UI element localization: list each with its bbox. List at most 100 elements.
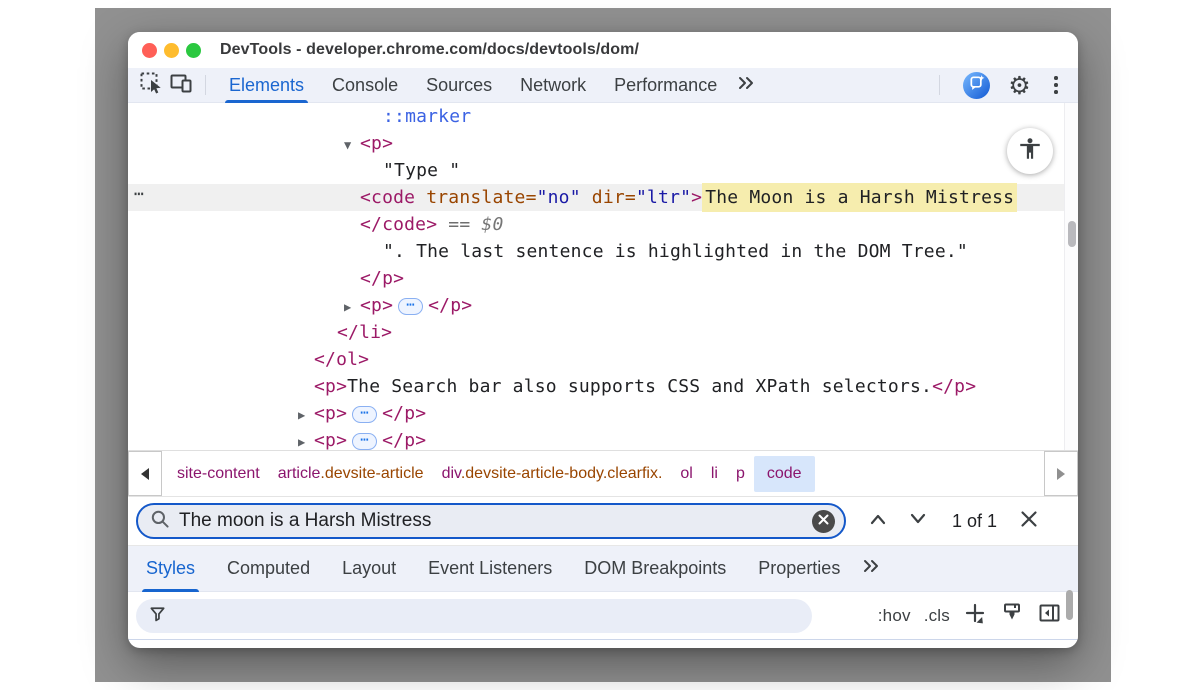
dom-row-ol-close[interactable]: </ol> [128, 346, 1078, 373]
toggle-device-toolbar-button[interactable] [166, 70, 196, 100]
more-tabs-chevrons-icon [860, 557, 882, 580]
more-tabs-button[interactable] [731, 70, 761, 100]
search-field[interactable] [136, 503, 846, 539]
scrollbar-thumb[interactable] [1068, 221, 1076, 247]
tab-elements[interactable]: Elements [215, 68, 318, 103]
tab-performance[interactable]: Performance [600, 68, 731, 103]
ai-assistance-button[interactable] [963, 72, 990, 99]
breadcrumb-item-div[interactable]: div.devsite-article-body.clearfix. [433, 456, 672, 492]
toggle-sidebar-button[interactable] [1037, 601, 1062, 630]
accessibility-button[interactable] [1007, 128, 1053, 174]
kebab-menu-button[interactable] [1048, 72, 1064, 98]
chevron-down-icon [908, 512, 928, 531]
tab-properties[interactable]: Properties [742, 546, 856, 592]
breadcrumb-item-article[interactable]: article.devsite-article [269, 456, 433, 492]
dom-row-p-collapsed[interactable]: <p></p> [128, 427, 1078, 450]
breadcrumb-scroll-left-button[interactable] [128, 451, 162, 496]
dom-row-p-open[interactable]: <p> [128, 130, 1078, 157]
dom-row-code-close[interactable]: </code> == $0 [128, 211, 1078, 238]
element-classes-button[interactable]: .cls [924, 606, 950, 626]
scroll-right-arrow-icon [1057, 468, 1071, 480]
tab-console[interactable]: Console [318, 68, 412, 103]
dom-row-marker[interactable]: ::marker [128, 103, 1078, 130]
dom-search-bar: 1 of 1 [128, 496, 1078, 546]
sidebar-tab-bar: Styles Computed Layout Event Listeners D… [128, 546, 1078, 592]
chevron-up-icon [868, 512, 888, 531]
ai-assistance-icon [967, 73, 986, 97]
dom-row-text-type[interactable]: "Type " [128, 157, 1078, 184]
collapse-arrow-icon[interactable] [344, 294, 360, 321]
dom-tree-scrollbar[interactable] [1064, 103, 1078, 450]
expand-arrow-icon[interactable] [344, 132, 360, 159]
tab-network[interactable]: Network [506, 68, 600, 103]
dom-row-code-selected[interactable]: <code translate="no" dir="ltr">The Moon … [128, 184, 1078, 211]
search-icon [150, 509, 170, 534]
brush-icon [1000, 601, 1024, 630]
dom-row-p-collapsed[interactable]: <p></p> [128, 292, 1078, 319]
toolbar-right-group: ⚙ [930, 70, 1078, 100]
collapse-arrow-icon[interactable] [298, 429, 314, 450]
previous-match-button[interactable] [858, 503, 898, 539]
dom-row-li-close[interactable]: </li> [128, 319, 1078, 346]
next-match-button[interactable] [898, 503, 938, 539]
breadcrumb-item-ol[interactable]: ol [671, 456, 701, 492]
close-x-icon [1020, 510, 1038, 533]
tab-computed[interactable]: Computed [211, 546, 326, 592]
breadcrumb: site-content article.devsite-article div… [128, 450, 1078, 496]
device-toolbar-icon [169, 71, 193, 100]
match-count: 1 of 1 [952, 511, 997, 532]
devtools-toolbar: Elements Console Sources Network Perform… [128, 68, 1078, 103]
more-sidebar-tabs-button[interactable] [856, 554, 886, 584]
inspect-element-button[interactable] [136, 70, 166, 100]
dom-row-p-collapsed[interactable]: <p></p> [128, 400, 1078, 427]
toggle-element-state-button[interactable]: :hov [878, 606, 911, 626]
filter-funnel-icon [148, 604, 167, 628]
styles-filter-bar: :hov .cls [128, 592, 1078, 640]
settings-button[interactable]: ⚙ [1004, 70, 1034, 100]
scroll-left-arrow-icon [135, 468, 149, 480]
maximize-window-button[interactable] [186, 43, 201, 58]
accessibility-icon [1017, 136, 1043, 167]
dom-row-p-searchbar[interactable]: <p>The Search bar also supports CSS and … [128, 373, 1078, 400]
clear-x-icon [818, 512, 829, 530]
devtools-window: DevTools - developer.chrome.com/docs/dev… [128, 32, 1078, 648]
window-title: DevTools - developer.chrome.com/docs/dev… [220, 41, 639, 59]
row-overflow-icon [134, 180, 145, 207]
tab-event-listeners[interactable]: Event Listeners [412, 546, 568, 592]
inspect-cursor-icon [139, 71, 163, 100]
clear-search-button[interactable] [812, 510, 835, 533]
tab-dom-breakpoints[interactable]: DOM Breakpoints [568, 546, 742, 592]
dom-row-p-close[interactable]: </p> [128, 265, 1078, 292]
collapse-arrow-icon[interactable] [298, 402, 314, 429]
style-filter-field[interactable] [136, 599, 812, 633]
ellipsis-badge-icon[interactable] [398, 298, 423, 315]
close-search-button[interactable] [1009, 503, 1049, 539]
breadcrumb-item-p[interactable]: p [727, 456, 754, 492]
breadcrumb-item-site-content[interactable]: site-content [168, 456, 269, 492]
tab-layout[interactable]: Layout [326, 546, 412, 592]
dom-tree-panel: ::marker <p> "Type " <code translate="no… [128, 103, 1078, 450]
styles-toolbar-right: :hov .cls [878, 601, 1062, 630]
ellipsis-badge-icon[interactable] [352, 433, 377, 450]
breadcrumb-items: site-content article.devsite-article div… [162, 451, 1044, 496]
breadcrumb-item-code-selected[interactable]: code [754, 456, 815, 492]
search-match-highlight: The Moon is a Harsh Mistress [702, 183, 1017, 212]
tab-sources[interactable]: Sources [412, 68, 506, 103]
toggle-sidebar-icon [1037, 601, 1062, 630]
minimize-window-button[interactable] [164, 43, 179, 58]
dom-row-text-sentence[interactable]: ". The last sentence is highlighted in t… [128, 238, 1078, 265]
new-style-rule-button[interactable] [963, 604, 987, 628]
ellipsis-badge-icon[interactable] [352, 406, 377, 423]
more-tabs-chevrons-icon [735, 74, 757, 97]
tab-styles[interactable]: Styles [130, 546, 211, 592]
search-input[interactable] [179, 510, 812, 532]
breadcrumb-item-li[interactable]: li [702, 456, 727, 492]
breadcrumb-scroll-right-button[interactable] [1044, 451, 1078, 496]
toolbar-divider [205, 75, 206, 95]
close-window-button[interactable] [142, 43, 157, 58]
stage: DevTools - developer.chrome.com/docs/dev… [0, 0, 1200, 690]
window-scrollbar-thumb[interactable] [1066, 590, 1073, 620]
rendering-emulation-button[interactable] [1000, 601, 1024, 630]
traffic-lights [142, 43, 201, 58]
settings-gear-icon: ⚙ [1008, 73, 1030, 98]
